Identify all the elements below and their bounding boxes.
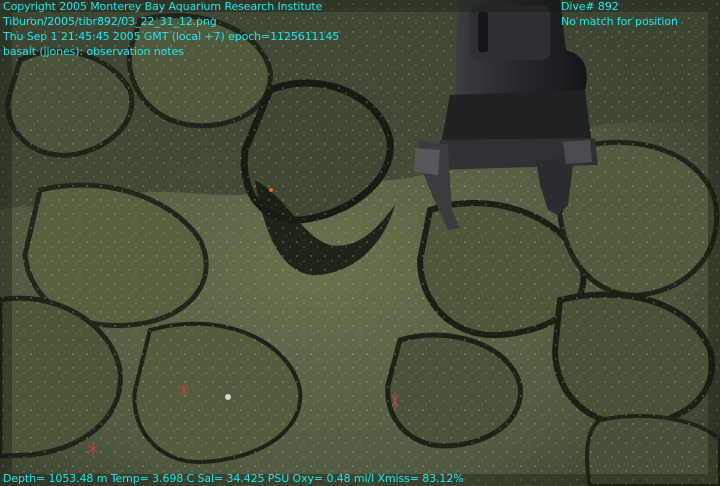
notes-line: basalt (jjones): observation notes — [3, 45, 184, 58]
sensor-readout: Depth= 1053.48 m Temp= 3.698 C Sal= 34.4… — [3, 472, 464, 485]
image-path-line: Tiburon/2005/tibr892/03_22_31_12.png — [3, 15, 217, 28]
small-white-organism — [225, 394, 231, 400]
timestamp-line: Thu Sep 1 21:45:45 2005 GMT (local +7) e… — [3, 30, 340, 43]
sediment-specks — [0, 0, 720, 486]
laser-dot — [269, 188, 273, 192]
position-status: No match for position — [561, 15, 678, 28]
copyright-line: Copyright 2005 Monterey Bay Aquarium Res… — [3, 0, 323, 13]
metadata-overlay-top-right: Dive# 892 No match for position — [561, 0, 678, 29]
dive-number: Dive# 892 — [561, 0, 619, 13]
underwater-video-frame: Copyright 2005 Monterey Bay Aquarium Res… — [0, 0, 720, 486]
seafloor-scene — [0, 0, 720, 486]
metadata-overlay-top-left: Copyright 2005 Monterey Bay Aquarium Res… — [3, 0, 339, 59]
